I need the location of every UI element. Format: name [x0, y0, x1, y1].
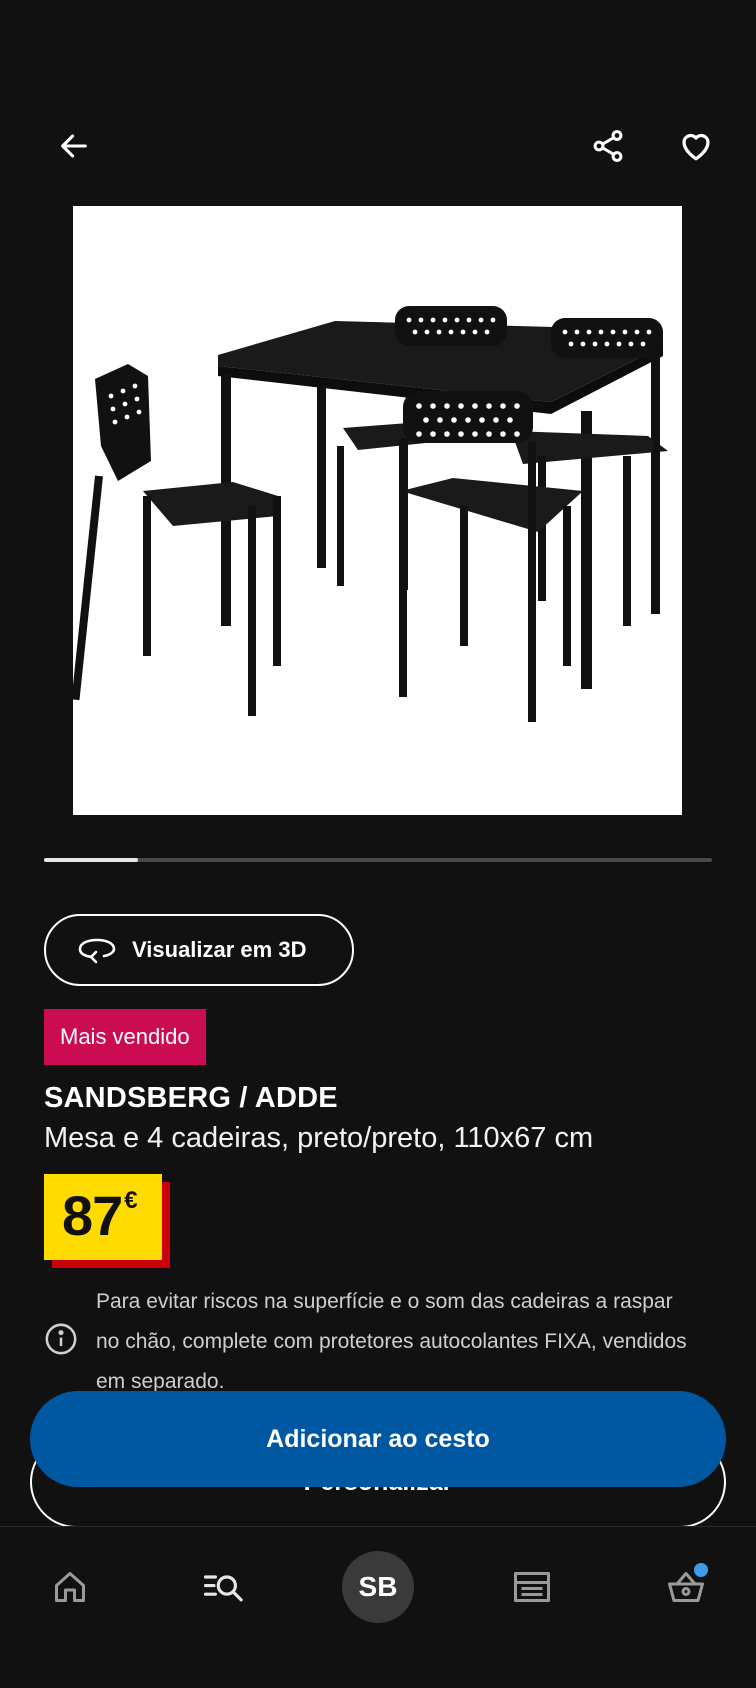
search-list-icon	[204, 1575, 243, 1602]
share-icon	[593, 130, 623, 162]
price-amount: 87	[62, 1184, 123, 1247]
add-to-cart-label: Adicionar ao cesto	[266, 1424, 490, 1453]
store-icon	[514, 1572, 550, 1602]
top-bar	[0, 118, 756, 174]
arrow-left-icon	[61, 134, 87, 158]
info-text: Para evitar riscos na superfície e o som…	[96, 1290, 687, 1393]
price-tag: 87 €	[44, 1174, 170, 1268]
gallery-progress	[44, 858, 712, 862]
favorite-button[interactable]	[668, 118, 724, 174]
rotate-3d-icon	[78, 938, 116, 964]
nav-search[interactable]	[186, 1549, 262, 1625]
table-chairs-illustration	[73, 306, 668, 722]
bestseller-badge: Mais vendido	[44, 1009, 206, 1065]
product-image[interactable]	[73, 206, 682, 815]
bottom-nav: SB	[0, 1526, 756, 1688]
price-box: 87 €	[44, 1174, 162, 1260]
nav-profile[interactable]: SB	[340, 1549, 416, 1625]
share-button[interactable]	[580, 118, 636, 174]
avatar: SB	[342, 1551, 414, 1623]
product-description: Mesa e 4 cadeiras, preto/preto, 110x67 c…	[44, 1122, 594, 1154]
heart-icon	[682, 133, 710, 161]
price-currency: €	[124, 1187, 138, 1214]
cart-notification-dot	[694, 1563, 708, 1577]
view-3d-button[interactable]: Visualizar em 3D	[44, 914, 354, 986]
product-name: SANDSBERG / ADDE	[44, 1082, 338, 1114]
info-icon	[45, 1323, 77, 1355]
view-3d-label: Visualizar em 3D	[132, 937, 307, 962]
nav-store[interactable]	[494, 1549, 570, 1625]
gallery-progress-fill	[44, 858, 138, 862]
home-icon	[55, 1572, 85, 1602]
back-button[interactable]	[46, 118, 102, 174]
nav-cart[interactable]	[648, 1549, 724, 1625]
nav-home[interactable]	[32, 1549, 108, 1625]
add-to-cart-button[interactable]: Adicionar ao cesto	[30, 1391, 726, 1487]
